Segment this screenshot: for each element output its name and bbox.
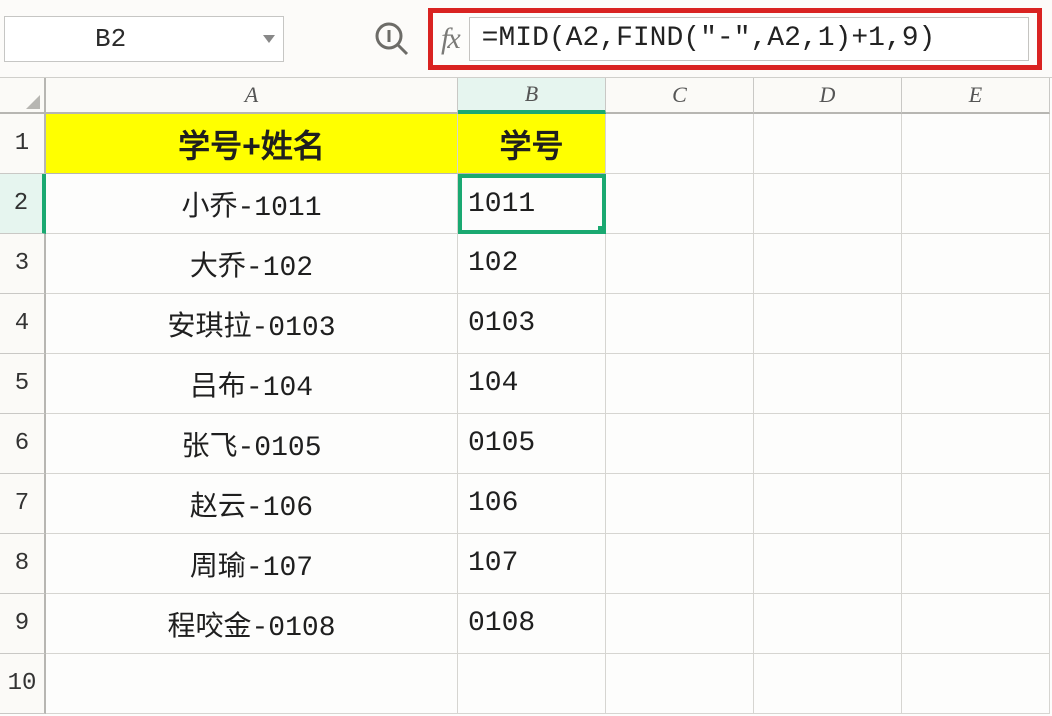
cell-A9[interactable]: 程咬金-0108 xyxy=(46,594,458,654)
cell-D5[interactable] xyxy=(754,354,902,414)
col-header-A[interactable]: A xyxy=(46,78,458,114)
row-header-4[interactable]: 4 xyxy=(0,294,46,354)
cell-D10[interactable] xyxy=(754,654,902,714)
cell-D7[interactable] xyxy=(754,474,902,534)
cell-C2[interactable] xyxy=(606,174,754,234)
row-header-2[interactable]: 2 xyxy=(0,174,46,234)
cell-A10[interactable] xyxy=(46,654,458,714)
cell-D8[interactable] xyxy=(754,534,902,594)
cell-E4[interactable] xyxy=(902,294,1050,354)
formula-bar-area: B2 fx =MID(A2,FIND("-",A2,1)+1,9) xyxy=(0,0,1052,78)
cell-D2[interactable] xyxy=(754,174,902,234)
cell-A8[interactable]: 周瑜-107 xyxy=(46,534,458,594)
cell-B3[interactable]: 102 xyxy=(458,234,606,294)
cell-B5[interactable]: 104 xyxy=(458,354,606,414)
cell-C1[interactable] xyxy=(606,114,754,174)
cell-E8[interactable] xyxy=(902,534,1050,594)
cell-A1[interactable]: 学号+姓名 xyxy=(46,114,458,174)
spreadsheet-grid: A B C D E 1 学号+姓名 学号 2 小乔-1011 1011 3 大乔… xyxy=(0,78,1052,714)
cell-E1[interactable] xyxy=(902,114,1050,174)
col-header-D[interactable]: D xyxy=(754,78,902,114)
row-header-5[interactable]: 5 xyxy=(0,354,46,414)
cell-A5[interactable]: 吕布-104 xyxy=(46,354,458,414)
cell-E10[interactable] xyxy=(902,654,1050,714)
cell-B4[interactable]: 0103 xyxy=(458,294,606,354)
cell-D3[interactable] xyxy=(754,234,902,294)
name-box-value: B2 xyxy=(95,24,126,54)
row-header-6[interactable]: 6 xyxy=(0,414,46,474)
cell-D1[interactable] xyxy=(754,114,902,174)
row-header-1[interactable]: 1 xyxy=(0,114,46,174)
cell-B2[interactable]: 1011 xyxy=(458,174,606,234)
col-header-E[interactable]: E xyxy=(902,78,1050,114)
cell-C6[interactable] xyxy=(606,414,754,474)
formula-input[interactable]: =MID(A2,FIND("-",A2,1)+1,9) xyxy=(469,17,1029,61)
row-header-7[interactable]: 7 xyxy=(0,474,46,534)
cell-E6[interactable] xyxy=(902,414,1050,474)
cell-C3[interactable] xyxy=(606,234,754,294)
select-all-corner[interactable] xyxy=(0,78,46,114)
cell-B1[interactable]: 学号 xyxy=(458,114,606,174)
cell-D4[interactable] xyxy=(754,294,902,354)
cell-A2[interactable]: 小乔-1011 xyxy=(46,174,458,234)
cell-C7[interactable] xyxy=(606,474,754,534)
cell-B9[interactable]: 0108 xyxy=(458,594,606,654)
col-header-B[interactable]: B xyxy=(458,78,606,114)
zoom-icon[interactable] xyxy=(374,21,410,57)
cell-A4[interactable]: 安琪拉-0103 xyxy=(46,294,458,354)
row-header-8[interactable]: 8 xyxy=(0,534,46,594)
cell-B7[interactable]: 106 xyxy=(458,474,606,534)
cell-D9[interactable] xyxy=(754,594,902,654)
formula-text: =MID(A2,FIND("-",A2,1)+1,9) xyxy=(482,23,936,54)
row-header-10[interactable]: 10 xyxy=(0,654,46,714)
cell-E5[interactable] xyxy=(902,354,1050,414)
cell-A6[interactable]: 张飞-0105 xyxy=(46,414,458,474)
cell-C9[interactable] xyxy=(606,594,754,654)
cell-A7[interactable]: 赵云-106 xyxy=(46,474,458,534)
row-header-3[interactable]: 3 xyxy=(0,234,46,294)
cell-C5[interactable] xyxy=(606,354,754,414)
cell-C8[interactable] xyxy=(606,534,754,594)
cell-B6[interactable]: 0105 xyxy=(458,414,606,474)
cell-A3[interactable]: 大乔-102 xyxy=(46,234,458,294)
cell-C10[interactable] xyxy=(606,654,754,714)
cell-B8[interactable]: 107 xyxy=(458,534,606,594)
fx-icon[interactable]: fx xyxy=(441,22,459,56)
cell-E3[interactable] xyxy=(902,234,1050,294)
formula-bar-highlight: fx =MID(A2,FIND("-",A2,1)+1,9) xyxy=(428,8,1042,70)
chevron-down-icon[interactable] xyxy=(263,35,275,43)
cell-E9[interactable] xyxy=(902,594,1050,654)
cell-E2[interactable] xyxy=(902,174,1050,234)
col-header-C[interactable]: C xyxy=(606,78,754,114)
cell-D6[interactable] xyxy=(754,414,902,474)
name-box[interactable]: B2 xyxy=(4,16,284,62)
cell-E7[interactable] xyxy=(902,474,1050,534)
row-header-9[interactable]: 9 xyxy=(0,594,46,654)
cell-C4[interactable] xyxy=(606,294,754,354)
cell-B10[interactable] xyxy=(458,654,606,714)
